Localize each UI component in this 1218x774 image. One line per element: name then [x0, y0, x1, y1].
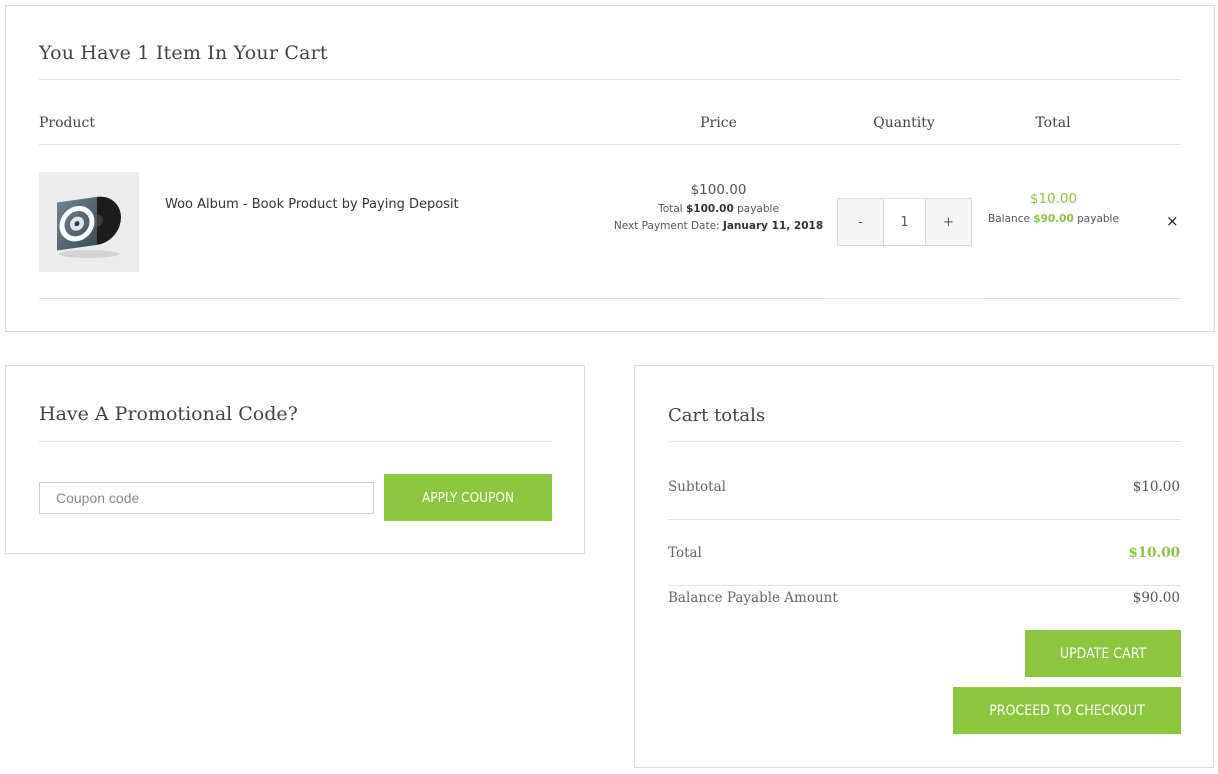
quantity-input[interactable]: 1 — [883, 199, 926, 245]
quantity-decrease-button[interactable]: - — [838, 199, 883, 245]
divider — [39, 79, 1181, 80]
remove-item-close-icon[interactable]: × — [1166, 212, 1179, 230]
unit-price: $100.00 — [690, 182, 747, 198]
balance-text: Balance $90.00 payable — [981, 213, 1126, 225]
divider — [39, 144, 1181, 145]
total-prefix: Total — [658, 203, 686, 215]
deposit-total-text: Total $100.00 payable — [596, 203, 841, 215]
coupon-code-input[interactable] — [39, 482, 374, 514]
column-header-quantity: Quantity — [873, 115, 935, 131]
divider — [668, 585, 1181, 586]
promo-title: Have A Promotional Code? — [39, 403, 298, 425]
cart-title: You Have 1 Item In Your Cart — [39, 42, 328, 64]
column-header-price: Price — [700, 115, 737, 131]
balance-payable-label: Balance Payable Amount — [668, 590, 838, 606]
balance-payable-value: $90.00 — [1132, 590, 1180, 606]
album-image-icon — [57, 196, 121, 258]
promo-code-panel: Have A Promotional Code? APPLY COUPON — [5, 365, 585, 554]
quantity-stepper: - 1 + — [837, 198, 972, 246]
apply-coupon-button[interactable]: APPLY COUPON — [384, 474, 552, 521]
divider — [39, 298, 1181, 299]
balance-amount: $90.00 — [1033, 213, 1074, 225]
next-payment-prefix: Next Payment Date: — [613, 220, 723, 232]
divider — [668, 519, 1181, 520]
column-header-total: Total — [1035, 115, 1071, 131]
balance-prefix: Balance — [988, 213, 1034, 225]
product-name-link[interactable]: Woo Album - Book Product by Paying Depos… — [165, 197, 459, 212]
line-total: $10.00 — [1029, 191, 1078, 207]
divider — [39, 441, 552, 442]
price-cell: $100.00 Total $100.00 payable Next Payme… — [596, 182, 841, 232]
cart-panel: You Have 1 Item In Your Cart Product Pri… — [5, 5, 1215, 332]
total-suffix: payable — [733, 203, 779, 215]
divider — [668, 441, 1181, 442]
cart-totals-panel: Cart totals Subtotal $10.00 Total $10.00… — [634, 365, 1214, 768]
next-payment-date: January 11, 2018 — [722, 220, 824, 232]
balance-suffix: payable — [1073, 213, 1119, 225]
total-label: Total — [668, 545, 702, 561]
cart-totals-title: Cart totals — [668, 405, 766, 426]
proceed-to-checkout-button[interactable]: PROCEED TO CHECKOUT — [953, 687, 1181, 734]
update-cart-button[interactable]: UPDATE CART — [1025, 630, 1181, 677]
divider — [827, 298, 983, 299]
subtotal-label: Subtotal — [668, 479, 726, 495]
column-header-product: Product — [39, 115, 95, 131]
product-thumbnail[interactable] — [39, 172, 139, 272]
line-total-cell: $10.00 Balance $90.00 payable — [981, 191, 1126, 225]
total-value: $10.00 — [1128, 545, 1180, 561]
total-amount: $100.00 — [685, 203, 734, 215]
quantity-increase-button[interactable]: + — [926, 199, 971, 245]
subtotal-value: $10.00 — [1132, 479, 1180, 495]
next-payment-text: Next Payment Date: January 11, 2018 — [596, 220, 841, 232]
